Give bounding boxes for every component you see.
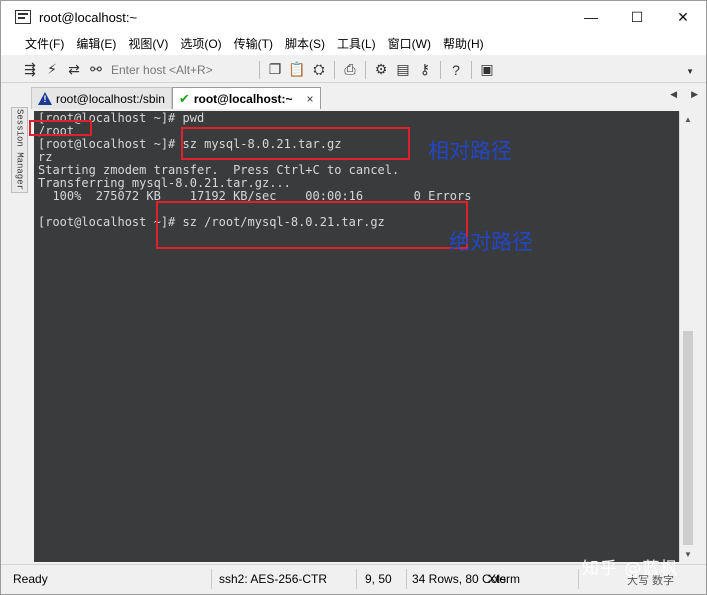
tab-label: root@localhost:~ — [193, 91, 293, 106]
menu-bar: 文件(F) 编辑(E) 视图(V) 选项(O) 传输(T) 脚本(S) 工具(L… — [1, 33, 706, 55]
title-bar: root@localhost:~ — ☐ ✕ — [1, 1, 706, 33]
session-manager-tab[interactable]: Session Manager — [11, 107, 28, 193]
terminal-scrollbar[interactable]: ▲ ▼ — [679, 111, 696, 562]
terminal-view[interactable]: [root@localhost ~]# pwd /root [root@loca… — [34, 111, 679, 562]
tab-label: root@localhost:/sbin — [56, 91, 165, 106]
tab-close-icon[interactable]: × — [307, 92, 314, 106]
connect-icon[interactable]: ⇶ — [19, 59, 41, 81]
menu-options[interactable]: 选项(O) — [174, 33, 227, 55]
scroll-up-icon[interactable]: ▲ — [680, 111, 696, 127]
disconnect-icon[interactable]: ⚯ — [85, 59, 107, 81]
securecrt-window: root@localhost:~ — ☐ ✕ 文件(F) 编辑(E) 视图(V)… — [0, 0, 707, 595]
print-icon[interactable]: ⎙ — [339, 59, 361, 81]
status-separator — [406, 569, 407, 589]
window-controls: — ☐ ✕ — [568, 1, 706, 33]
toolbar-overflow-icon[interactable]: ▼ — [686, 67, 694, 76]
session-manager-label: Session Manager — [14, 109, 25, 191]
annotation-box-absolute-command — [156, 201, 468, 249]
menu-file[interactable]: 文件(F) — [19, 33, 70, 55]
relative-path-annotation: 相对路径 — [428, 139, 512, 163]
menu-tools[interactable]: 工具(L) — [331, 33, 382, 55]
host-input[interactable] — [107, 59, 255, 80]
status-separator — [578, 569, 579, 589]
toolbar-separator — [365, 60, 366, 79]
maximize-button[interactable]: ☐ — [614, 1, 660, 33]
close-button[interactable]: ✕ — [660, 1, 706, 33]
tab-prev-icon[interactable]: ◀ — [670, 89, 677, 100]
menu-edit[interactable]: 编辑(E) — [70, 33, 122, 55]
tab-navigation: ◀ ▶ — [670, 89, 698, 100]
checkmark-icon: ✔ — [178, 90, 190, 106]
watermark: 知乎 @蓝枫 — [582, 559, 679, 579]
toolbar-separator — [334, 60, 335, 79]
status-separator — [356, 569, 357, 589]
key-icon[interactable]: ⚷ — [414, 59, 436, 81]
find-icon[interactable]: ⛭ — [308, 59, 330, 81]
menu-script[interactable]: 脚本(S) — [279, 33, 331, 55]
minimize-button[interactable]: — — [568, 1, 614, 33]
toolbar: ⇶ ⚡ ⇄ ⚯ ❐ 📋 ⛭ ⎙ ⚙ ▤ ⚷ ? ▣ ▼ — [1, 57, 706, 83]
status-ready: Ready — [13, 572, 48, 586]
menu-help[interactable]: 帮助(H) — [437, 33, 490, 55]
sftp-icon[interactable]: ▣ — [476, 59, 498, 81]
keymap-icon[interactable]: ▤ — [392, 59, 414, 81]
toolbar-separator — [471, 60, 472, 79]
terminal-app-icon — [15, 10, 31, 24]
status-cursor-position: 9, 50 — [365, 572, 392, 586]
annotation-box-root-output — [29, 120, 92, 136]
warning-icon: ! — [38, 92, 52, 105]
tab-sbin[interactable]: ! root@localhost:/sbin — [31, 87, 172, 109]
copy-icon[interactable]: ❐ — [264, 59, 286, 81]
menu-window[interactable]: 窗口(W) — [382, 33, 437, 55]
paste-icon[interactable]: 📋 — [286, 59, 308, 81]
session-tab-bar: ! root@localhost:/sbin ✔ root@localhost:… — [31, 85, 706, 109]
toolbar-separator — [259, 60, 260, 79]
toolbar-separator — [440, 60, 441, 79]
absolute-path-annotation: 绝对路径 — [449, 230, 533, 254]
menu-view[interactable]: 视图(V) — [122, 33, 174, 55]
reconnect-icon[interactable]: ⇄ — [63, 59, 85, 81]
scroll-down-icon[interactable]: ▼ — [680, 546, 696, 562]
scroll-thumb[interactable] — [683, 331, 693, 545]
tab-home[interactable]: ✔ root@localhost:~ × — [171, 87, 321, 109]
annotation-box-relative-command — [181, 127, 410, 160]
settings-gear-icon[interactable]: ⚙ — [370, 59, 392, 81]
tab-next-icon[interactable]: ▶ — [691, 89, 698, 100]
status-separator — [211, 569, 212, 589]
window-title: root@localhost:~ — [39, 9, 138, 25]
quick-connect-icon[interactable]: ⚡ — [41, 59, 63, 81]
help-icon[interactable]: ? — [445, 59, 467, 81]
status-cipher: ssh2: AES-256-CTR — [219, 572, 328, 586]
menu-transfer[interactable]: 传输(T) — [228, 33, 279, 55]
session-strip — [1, 85, 11, 565]
status-terminal-type: Xterm — [488, 572, 521, 586]
